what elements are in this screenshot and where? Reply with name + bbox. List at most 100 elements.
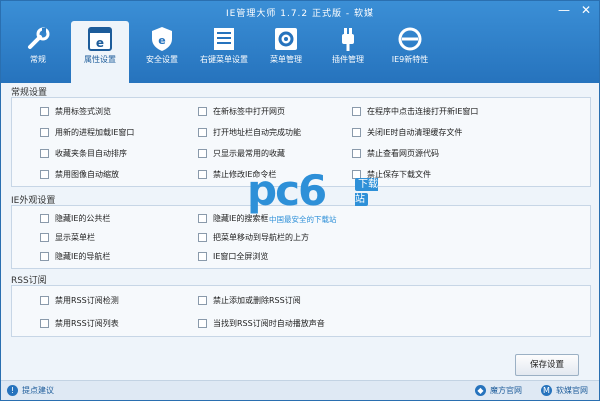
ruanmei-site-label: 软媒官网 xyxy=(556,386,588,395)
plug-icon xyxy=(342,28,354,51)
watermark-subtitle: 中国最安全的下载站 xyxy=(269,215,337,224)
checkbox-label: 禁用标签式浏览 xyxy=(55,107,111,116)
checkbox-label: 当找到RSS订阅时自动播放声音 xyxy=(213,319,325,328)
checkbox-box[interactable] xyxy=(198,128,207,137)
checkbox-box[interactable] xyxy=(40,107,49,116)
checkbox-disable-tabbed-browsing[interactable]: 禁用标签式浏览 xyxy=(40,106,111,117)
checkbox-label: 隐藏IE的导航栏 xyxy=(55,252,111,261)
checkbox-open-links-new-window[interactable]: 在程序中点击连接打开新IE窗口 xyxy=(352,106,478,117)
checkbox-frequent-favorites[interactable]: 只显示最常用的收藏 xyxy=(198,148,285,159)
checkbox-box[interactable] xyxy=(352,128,361,137)
checkbox-box[interactable] xyxy=(198,233,207,242)
wrench-icon xyxy=(28,27,50,49)
checkbox-label: 关闭IE时自动清理缓存文件 xyxy=(367,128,463,137)
checkbox-disable-image-resize[interactable]: 禁用图像自动缩放 xyxy=(40,169,119,180)
window-controls: — ✕ xyxy=(557,3,593,17)
checkbox-label: 打开地址栏自动完成功能 xyxy=(213,128,301,137)
checkbox-disable-rss-list[interactable]: 禁用RSS订阅列表 xyxy=(40,318,119,329)
checkbox-box[interactable] xyxy=(198,319,207,328)
menu-list-icon xyxy=(214,28,234,50)
title-bar: IE管理大师 1.7.2 正式版 - 软媒 — ✕ 常规 e 属性设置 e 安全… xyxy=(1,1,599,83)
checkbox-label: 隐藏IE的公共栏 xyxy=(55,214,111,223)
checkbox-box[interactable] xyxy=(198,296,207,305)
checkbox-open-in-new-tab[interactable]: 在新标签中打开网页 xyxy=(198,106,285,117)
checkbox-hide-common-bar[interactable]: 隐藏IE的公共栏 xyxy=(40,213,110,224)
tab-menu-manage[interactable]: 菜单管理 xyxy=(257,21,315,77)
checkbox-label: 用新的进程加载IE窗口 xyxy=(55,128,135,137)
window-title: IE管理大师 1.7.2 正式版 - 软媒 xyxy=(226,9,374,19)
save-settings-button[interactable]: 保存设置 xyxy=(515,354,579,376)
checkbox-box[interactable] xyxy=(198,149,207,158)
checkbox-hide-nav-bar[interactable]: 隐藏IE的导航栏 xyxy=(40,251,110,262)
checkbox-label: 禁用RSS订阅列表 xyxy=(55,319,119,328)
checkbox-label: 把菜单移动到导航栏的上方 xyxy=(213,233,309,242)
suggest-link[interactable]: ! 提点建议 xyxy=(7,385,54,396)
checkbox-box[interactable] xyxy=(40,214,49,223)
tab-ie9[interactable]: IE9新特性 xyxy=(381,21,439,77)
tab-context-menu[interactable]: 右键菜单设置 xyxy=(195,21,253,77)
mofang-site-label: 魔方官网 xyxy=(490,386,522,395)
checkbox-box[interactable] xyxy=(198,107,207,116)
checkbox-fullscreen[interactable]: IE窗口全屏浏览 xyxy=(198,251,268,262)
checkbox-label: 禁用RSS订阅检测 xyxy=(55,296,119,305)
ie-shield-icon: e xyxy=(152,27,172,51)
checkbox-label: 禁止添加或删除RSS订阅 xyxy=(213,296,301,305)
checkbox-box[interactable] xyxy=(40,149,49,158)
ruanmei-site-link[interactable]: M 软媒官网 xyxy=(541,385,588,396)
tab-ie9-label: IE9新特性 xyxy=(391,55,429,64)
checkbox-label: 在程序中点击连接打开新IE窗口 xyxy=(367,107,479,116)
tab-addons[interactable]: 插件管理 xyxy=(319,21,377,77)
checkbox-label: 收藏夹条目自动排序 xyxy=(55,149,127,158)
checkbox-new-process[interactable]: 用新的进程加载IE窗口 xyxy=(40,127,134,138)
tab-context-menu-label: 右键菜单设置 xyxy=(200,55,248,64)
checkbox-box[interactable] xyxy=(352,107,361,116)
checkbox-box[interactable] xyxy=(352,149,361,158)
checkbox-block-rss-edit[interactable]: 禁止添加或删除RSS订阅 xyxy=(198,295,301,306)
tab-addons-label: 插件管理 xyxy=(332,55,364,64)
checkbox-rss-sound[interactable]: 当找到RSS订阅时自动播放声音 xyxy=(198,318,325,329)
checkbox-box[interactable] xyxy=(198,252,207,261)
checkbox-box[interactable] xyxy=(40,252,49,261)
mofang-site-link[interactable]: ◆ 魔方官网 xyxy=(475,385,522,396)
tab-security-label: 安全设置 xyxy=(146,55,178,64)
tab-security[interactable]: e 安全设置 xyxy=(133,21,191,77)
ie9-icon xyxy=(398,27,422,51)
rss-settings-box: 禁用RSS订阅检测 禁止添加或删除RSS订阅 禁用RSS订阅列表 当找到RSS订… xyxy=(11,285,591,337)
checkbox-box[interactable] xyxy=(40,296,49,305)
checkbox-disable-rss-detect[interactable]: 禁用RSS订阅检测 xyxy=(40,295,119,306)
rss-settings-group: RSS订阅 禁用RSS订阅检测 禁止添加或删除RSS订阅 禁用RSS订阅列表 当… xyxy=(11,273,591,337)
checkbox-block-view-source[interactable]: 禁止查看网页源代码 xyxy=(352,148,439,159)
checkbox-box[interactable] xyxy=(198,214,207,223)
svg-text:e: e xyxy=(96,36,104,50)
checkbox-box[interactable] xyxy=(40,319,49,328)
minimize-button[interactable]: — xyxy=(557,3,571,17)
watermark-tag-wrap: 下载站 xyxy=(355,175,387,206)
lightbulb-icon: ! xyxy=(7,385,18,396)
ie-window-icon: e xyxy=(88,27,112,51)
checkbox-address-autocomplete[interactable]: 打开地址栏自动完成功能 xyxy=(198,127,301,138)
status-bar: ! 提点建议 ◆ 魔方官网 M 软媒官网 xyxy=(1,380,599,400)
svg-text:e: e xyxy=(158,34,165,47)
cube-icon: ◆ xyxy=(475,385,486,396)
checkbox-label: 禁止查看网页源代码 xyxy=(367,149,439,158)
tab-general[interactable]: 常规 xyxy=(9,21,67,77)
main-toolbar: 常规 e 属性设置 e 安全设置 右键菜单设置 菜单管理 插件管理 IE9新特性 xyxy=(9,21,443,83)
checkbox-label: 显示菜单栏 xyxy=(55,233,95,242)
checkbox-label: IE窗口全屏浏览 xyxy=(213,252,269,261)
checkbox-label: 只显示最常用的收藏 xyxy=(213,149,285,158)
checkbox-box[interactable] xyxy=(40,170,49,179)
checkbox-box[interactable] xyxy=(40,128,49,137)
checkbox-label: 在新标签中打开网页 xyxy=(213,107,285,116)
checkbox-clear-cache-on-close[interactable]: 关闭IE时自动清理缓存文件 xyxy=(352,127,462,138)
suggest-link-label: 提点建议 xyxy=(22,386,54,395)
checkbox-box[interactable] xyxy=(198,170,207,179)
checkbox-sort-favorites[interactable]: 收藏夹条目自动排序 xyxy=(40,148,127,159)
checkbox-show-menu-bar[interactable]: 显示菜单栏 xyxy=(40,232,95,243)
watermark-tag: 下载站 xyxy=(355,178,378,206)
checkbox-menu-above-nav[interactable]: 把菜单移动到导航栏的上方 xyxy=(198,232,309,243)
tab-menu-manage-label: 菜单管理 xyxy=(270,55,302,64)
close-button[interactable]: ✕ xyxy=(579,3,593,17)
tab-properties[interactable]: e 属性设置 xyxy=(71,21,129,83)
ruanmei-logo-icon: M xyxy=(541,385,552,396)
checkbox-box[interactable] xyxy=(40,233,49,242)
